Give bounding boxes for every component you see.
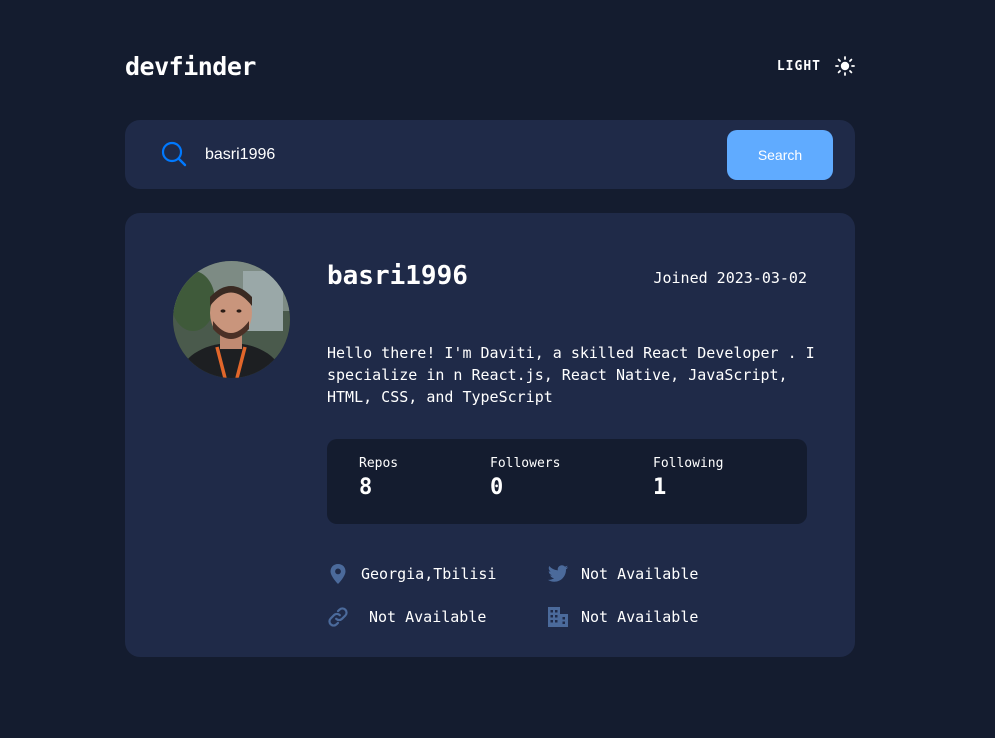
search-input[interactable] — [205, 140, 705, 170]
stat-label: Followers — [490, 456, 561, 471]
theme-toggle-label: LIGHT — [776, 58, 821, 74]
stat-label: Repos — [359, 456, 399, 471]
header: devfinder LIGHT — [125, 52, 855, 84]
joined-date: Joined 2023-03-02 — [653, 269, 807, 287]
location-text: Georgia,Tbilisi — [361, 565, 497, 583]
theme-toggle[interactable]: LIGHT — [777, 56, 855, 76]
profile-card: basri1996 Joined 2023-03-02 Hello there!… — [125, 213, 855, 657]
stat-label: Following — [653, 456, 724, 471]
search-icon — [161, 141, 187, 167]
blog-item[interactable]: Not Available — [327, 606, 486, 628]
stat-followers: Followers 0 — [490, 456, 560, 500]
stat-value: 0 — [490, 475, 504, 500]
app: devfinder LIGHT basri1996 Search basri19… — [0, 0, 995, 738]
stat-following: Following 1 — [653, 456, 723, 500]
stat-repos: Repos 8 — [359, 456, 398, 500]
sun-icon — [835, 56, 855, 76]
location-pin-icon — [327, 563, 349, 585]
company-item: Not Available — [547, 606, 698, 628]
app-logo: devfinder — [125, 52, 256, 81]
blog-text: Not Available — [369, 608, 487, 626]
profile-username: basri1996 — [327, 261, 468, 291]
stat-value: 8 — [359, 475, 373, 500]
stat-value: 1 — [653, 475, 667, 500]
profile-bio: Hello there! I'm Daviti, a skilled React… — [327, 344, 815, 406]
link-icon — [327, 606, 349, 628]
stats-panel: Repos 8 Followers 0 Following 1 — [327, 439, 807, 524]
twitter-icon — [547, 563, 569, 585]
avatar — [173, 261, 290, 378]
twitter-item: Not Available — [547, 563, 698, 585]
twitter-text: Not Available — [581, 565, 699, 583]
building-icon — [547, 606, 569, 628]
search-bar: Search — [125, 120, 855, 189]
location-item: Georgia,Tbilisi — [327, 563, 496, 585]
company-text: Not Available — [581, 608, 699, 626]
search-button[interactable]: Search — [727, 130, 833, 180]
